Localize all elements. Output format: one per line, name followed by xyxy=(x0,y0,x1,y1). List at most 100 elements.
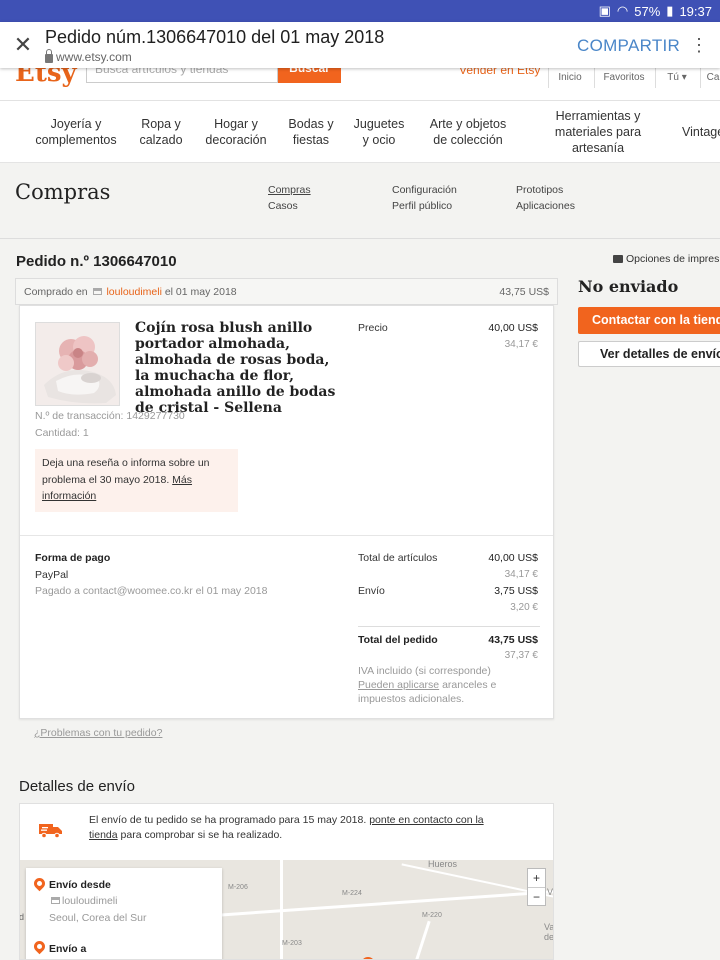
price-usd: 40,00 US$ xyxy=(488,322,538,334)
ship-from-label: Envío desde xyxy=(49,879,111,891)
divider xyxy=(20,535,553,536)
bought-date: el 01 may 2018 xyxy=(164,286,237,298)
payment-recipient: Pagado a contact@woomee.co.kr el 01 may … xyxy=(35,585,268,597)
shop-icon xyxy=(92,288,102,295)
tab-url-text: www.etsy.com xyxy=(56,50,132,64)
divider xyxy=(594,66,595,88)
sim-icon: ▣ xyxy=(598,3,611,18)
category-vintage[interactable]: Vintage xyxy=(682,101,720,163)
wifi-icon: ◠ xyxy=(616,3,629,18)
category-nav: Joyería y complementos Ropa y calzado Ho… xyxy=(0,101,720,163)
product-image[interactable] xyxy=(35,322,120,406)
zoom-in-button[interactable]: + xyxy=(528,869,545,887)
items-total-label: Total de artículos xyxy=(358,552,438,564)
category-clothing[interactable]: Ropa y calzado xyxy=(134,101,188,163)
lock-icon xyxy=(45,48,53,63)
category-jewelry[interactable]: Joyería y complementos xyxy=(30,101,122,163)
map-label: M-224 xyxy=(342,890,362,897)
print-options-link[interactable]: Opciones de impres xyxy=(613,253,719,265)
items-total-eur: 34,17 € xyxy=(504,569,538,580)
divider xyxy=(700,66,701,88)
custom-tab-bar: ✕ Pedido núm.1306647010 del 01 may 2018 … xyxy=(0,22,720,68)
shipping-cost-usd: 3,75 US$ xyxy=(494,585,538,597)
tab-url: www.etsy.com xyxy=(45,48,132,64)
bought-at-label: Comprado en xyxy=(24,286,88,298)
link-purchases[interactable]: Compras xyxy=(268,184,311,196)
tax-note: IVA incluido (si corresponde) Pueden apl… xyxy=(358,665,497,705)
map-label: Hueros xyxy=(428,859,458,869)
order-problems-link[interactable]: ¿Problemas con tu pedido? xyxy=(34,727,162,739)
transaction-number: N.º de transacción: 1429277730 xyxy=(35,410,185,422)
map-label: M-220 xyxy=(422,912,442,919)
location-pin-icon xyxy=(31,875,48,892)
map-label: M-203 xyxy=(282,940,302,947)
location-pin-icon xyxy=(31,938,48,955)
shop-link[interactable]: louloudimeli xyxy=(106,286,161,298)
shipping-details-button[interactable]: Ver detalles de envío xyxy=(578,341,720,367)
purchases-header: Compras Compras Casos Configuración Perf… xyxy=(0,163,720,239)
divider xyxy=(655,66,656,88)
map-zoom-control: + − xyxy=(527,868,546,906)
map-label-edge: d xyxy=(19,912,25,922)
link-public-profile[interactable]: Perfil público xyxy=(392,200,452,212)
review-notice: Deja una reseña o informa sobre un probl… xyxy=(35,449,238,512)
shipping-card: El envío de tu pedido se ha programado p… xyxy=(19,803,554,960)
ship-to-label: Envío a xyxy=(49,943,87,955)
category-craft-supplies[interactable]: Herramientas y materiales para artesanía xyxy=(546,101,650,163)
order-total-usd: 43,75 US$ xyxy=(488,634,538,646)
items-total-usd: 40,00 US$ xyxy=(488,552,538,564)
truck-icon xyxy=(39,824,62,838)
order-status: No enviado xyxy=(578,277,679,296)
order-total-label: Total del pedido xyxy=(358,634,438,646)
divider xyxy=(548,66,549,88)
link-prototypes[interactable]: Prototipos xyxy=(516,184,563,196)
map-label: Vi xyxy=(547,887,553,897)
ship-from-shop: louloudimeli xyxy=(49,895,117,907)
shipping-cost-eur: 3,20 € xyxy=(510,602,538,613)
duties-link[interactable]: Pueden aplicarse xyxy=(358,679,439,691)
order-number: Pedido n.º 1306647010 xyxy=(16,253,177,270)
price-eur: 34,17 € xyxy=(504,339,538,350)
bought-total: 43,75 US$ xyxy=(499,286,549,298)
chevron-down-icon: ▾ xyxy=(678,72,687,83)
shipping-cost-label: Envío xyxy=(358,585,385,597)
price-label: Precio xyxy=(358,322,388,334)
divider xyxy=(358,626,540,627)
payment-method: PayPal xyxy=(35,569,69,581)
status-bar: ▣ ◠ 57% ▮ 19:37 xyxy=(0,0,720,22)
shop-icon xyxy=(51,897,60,904)
map-label: M-206 xyxy=(228,884,248,891)
share-button[interactable]: COMPARTIR xyxy=(577,36,680,56)
battery-icon: ▮ xyxy=(666,3,674,18)
page-title: Compras xyxy=(15,180,111,204)
payment-title: Forma de pago xyxy=(35,552,111,564)
link-settings[interactable]: Configuración xyxy=(392,184,457,196)
shipping-details-title: Detalles de envío xyxy=(19,778,135,795)
category-weddings[interactable]: Bodas y fiestas xyxy=(284,101,338,163)
contact-shop-button[interactable]: Contactar con la tienda xyxy=(578,307,720,334)
ship-from-location: Seoul, Corea del Sur xyxy=(49,912,147,924)
close-icon[interactable]: ✕ xyxy=(12,34,34,56)
link-apps[interactable]: Aplicaciones xyxy=(516,200,575,212)
route-panel: Envío desde louloudimeli Seoul, Corea de… xyxy=(26,868,222,959)
shipping-message: El envío de tu pedido se ha programado p… xyxy=(89,814,484,841)
map-road xyxy=(412,920,431,959)
zoom-out-button[interactable]: − xyxy=(528,887,545,906)
map-road xyxy=(210,889,553,918)
purchase-summary-bar: Comprado en louloudimeli el 01 may 2018 … xyxy=(15,278,558,305)
product-title[interactable]: Cojín rosa blush anillo portador almohad… xyxy=(135,320,345,416)
link-cases[interactable]: Casos xyxy=(268,200,298,212)
map-label: Va de xyxy=(544,922,554,942)
quantity: Cantidad: 1 xyxy=(35,427,89,439)
clock: 19:37 xyxy=(679,3,712,19)
category-toys[interactable]: Juguetes y ocio xyxy=(350,101,408,163)
tab-title: Pedido núm.1306647010 del 01 may 2018 xyxy=(45,27,385,47)
category-art[interactable]: Arte y objetos de colección xyxy=(424,101,512,163)
more-options-icon[interactable]: ⋮ xyxy=(690,34,708,56)
order-total-eur: 37,37 € xyxy=(504,650,538,661)
shipping-map[interactable]: Hueros M-206 M-224 M-220 M-203 Vi Va de … xyxy=(19,859,554,959)
battery-level: 57% xyxy=(634,3,661,19)
order-card: Cojín rosa blush anillo portador almohad… xyxy=(19,305,554,719)
printer-icon xyxy=(613,255,623,263)
category-home[interactable]: Hogar y decoración xyxy=(200,101,272,163)
